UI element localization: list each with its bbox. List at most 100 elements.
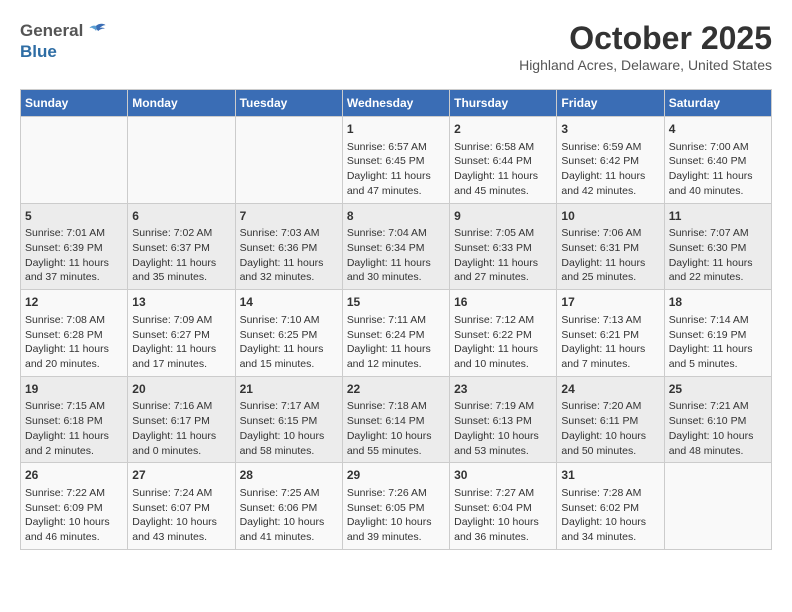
day-content: Sunset: 6:19 PM	[669, 328, 767, 343]
day-content: Sunset: 6:28 PM	[25, 328, 123, 343]
logo-blue-text: Blue	[20, 42, 57, 61]
day-content: Daylight: 11 hours	[25, 256, 123, 271]
day-number: 12	[25, 294, 123, 311]
day-content: Daylight: 11 hours	[669, 342, 767, 357]
weekday-header-tuesday: Tuesday	[235, 90, 342, 117]
day-content: Daylight: 11 hours	[561, 342, 659, 357]
day-content: Daylight: 10 hours	[561, 515, 659, 530]
day-content: Sunset: 6:31 PM	[561, 241, 659, 256]
day-content: Daylight: 11 hours	[454, 256, 552, 271]
day-content: Sunset: 6:24 PM	[347, 328, 445, 343]
day-content: and 46 minutes.	[25, 530, 123, 545]
weekday-header-monday: Monday	[128, 90, 235, 117]
day-content: Sunset: 6:30 PM	[669, 241, 767, 256]
day-number: 27	[132, 467, 230, 484]
day-content: Sunset: 6:17 PM	[132, 414, 230, 429]
calendar-cell: 31Sunrise: 7:28 AMSunset: 6:02 PMDayligh…	[557, 463, 664, 550]
day-content: Sunset: 6:10 PM	[669, 414, 767, 429]
day-number: 8	[347, 208, 445, 225]
location-subtitle: Highland Acres, Delaware, United States	[519, 57, 772, 73]
calendar-cell: 18Sunrise: 7:14 AMSunset: 6:19 PMDayligh…	[664, 290, 771, 377]
day-content: Sunset: 6:39 PM	[25, 241, 123, 256]
calendar-week-row: 26Sunrise: 7:22 AMSunset: 6:09 PMDayligh…	[21, 463, 772, 550]
calendar-cell: 22Sunrise: 7:18 AMSunset: 6:14 PMDayligh…	[342, 376, 449, 463]
calendar-cell: 28Sunrise: 7:25 AMSunset: 6:06 PMDayligh…	[235, 463, 342, 550]
month-title: October 2025	[519, 20, 772, 57]
day-number: 14	[240, 294, 338, 311]
day-content: Daylight: 11 hours	[347, 256, 445, 271]
weekday-header-row: SundayMondayTuesdayWednesdayThursdayFrid…	[21, 90, 772, 117]
calendar-cell: 16Sunrise: 7:12 AMSunset: 6:22 PMDayligh…	[450, 290, 557, 377]
calendar-cell: 2Sunrise: 6:58 AMSunset: 6:44 PMDaylight…	[450, 117, 557, 204]
day-number: 21	[240, 381, 338, 398]
day-content: and 55 minutes.	[347, 444, 445, 459]
day-content: and 53 minutes.	[454, 444, 552, 459]
day-number: 5	[25, 208, 123, 225]
day-content: Sunrise: 7:28 AM	[561, 486, 659, 501]
day-content: Sunrise: 7:06 AM	[561, 226, 659, 241]
day-content: and 34 minutes.	[561, 530, 659, 545]
day-number: 17	[561, 294, 659, 311]
day-content: Sunset: 6:18 PM	[25, 414, 123, 429]
day-number: 9	[454, 208, 552, 225]
day-content: Sunrise: 7:13 AM	[561, 313, 659, 328]
day-content: Sunrise: 6:59 AM	[561, 140, 659, 155]
day-content: Daylight: 11 hours	[25, 429, 123, 444]
day-content: Sunrise: 7:09 AM	[132, 313, 230, 328]
calendar-cell: 5Sunrise: 7:01 AMSunset: 6:39 PMDaylight…	[21, 203, 128, 290]
day-content: Daylight: 10 hours	[454, 515, 552, 530]
calendar-cell: 29Sunrise: 7:26 AMSunset: 6:05 PMDayligh…	[342, 463, 449, 550]
calendar-cell	[664, 463, 771, 550]
day-content: and 58 minutes.	[240, 444, 338, 459]
day-content: Daylight: 11 hours	[669, 169, 767, 184]
day-content: Daylight: 11 hours	[132, 256, 230, 271]
calendar-cell: 15 Sunrise: 7:11 AMSunset: 6:24 PMDayligh…	[342, 290, 449, 377]
day-number: 31	[561, 467, 659, 484]
day-content: and 0 minutes.	[132, 444, 230, 459]
day-number: 26	[25, 467, 123, 484]
calendar-cell: 9Sunrise: 7:05 AMSunset: 6:33 PMDaylight…	[450, 203, 557, 290]
day-content: and 45 minutes.	[454, 184, 552, 199]
weekday-header-wednesday: Wednesday	[342, 90, 449, 117]
day-content: Sunrise: 7:10 AM	[240, 313, 338, 328]
day-content: Sunset: 6:14 PM	[347, 414, 445, 429]
calendar-cell: 12Sunrise: 7:08 AMSunset: 6:28 PMDayligh…	[21, 290, 128, 377]
day-content: Sunrise: 7:24 AM	[132, 486, 230, 501]
weekday-header-thursday: Thursday	[450, 90, 557, 117]
day-content: and 22 minutes.	[669, 270, 767, 285]
day-content: Sunrise: 7:21 AM	[669, 399, 767, 414]
day-content: Sunset: 6:25 PM	[240, 328, 338, 343]
day-content: Sunrise: 6:57 AM	[347, 140, 445, 155]
day-content: Sunrise: 6:58 AM	[454, 140, 552, 155]
day-content: Daylight: 11 hours	[240, 256, 338, 271]
day-content: Sunrise: 7:03 AM	[240, 226, 338, 241]
day-content: Sunrise: 7:11 AM	[347, 313, 445, 328]
day-content: Sunrise: 7:00 AM	[669, 140, 767, 155]
logo-general-text: General	[20, 21, 83, 41]
day-number: 7	[240, 208, 338, 225]
day-number: 15	[347, 294, 445, 311]
logo: General Blue	[20, 20, 107, 62]
day-number: 24	[561, 381, 659, 398]
calendar-cell: 13Sunrise: 7:09 AMSunset: 6:27 PMDayligh…	[128, 290, 235, 377]
day-content: Daylight: 10 hours	[561, 429, 659, 444]
day-number: 4	[669, 121, 767, 138]
day-content: and 47 minutes.	[347, 184, 445, 199]
calendar-week-row: 5Sunrise: 7:01 AMSunset: 6:39 PMDaylight…	[21, 203, 772, 290]
day-content: Daylight: 11 hours	[347, 342, 445, 357]
day-content: and 36 minutes.	[454, 530, 552, 545]
day-content: Sunset: 6:13 PM	[454, 414, 552, 429]
day-content: Sunset: 6:06 PM	[240, 501, 338, 516]
day-content: Sunset: 6:07 PM	[132, 501, 230, 516]
day-content: and 48 minutes.	[669, 444, 767, 459]
day-number: 6	[132, 208, 230, 225]
day-content: Sunset: 6:44 PM	[454, 154, 552, 169]
day-content: and 30 minutes.	[347, 270, 445, 285]
day-content: and 37 minutes.	[25, 270, 123, 285]
day-number: 3	[561, 121, 659, 138]
day-content: Sunset: 6:21 PM	[561, 328, 659, 343]
calendar-cell: 24Sunrise: 7:20 AMSunset: 6:11 PMDayligh…	[557, 376, 664, 463]
day-number: 30	[454, 467, 552, 484]
day-content: Daylight: 10 hours	[454, 429, 552, 444]
day-content: Sunrise: 7:19 AM	[454, 399, 552, 414]
